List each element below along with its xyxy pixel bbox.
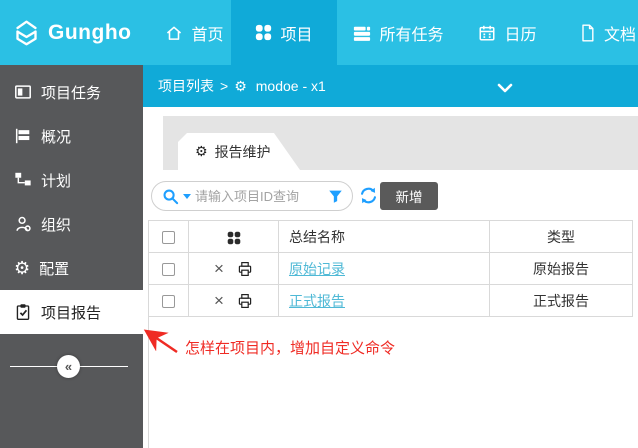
logo[interactable]: Gungho: [0, 19, 145, 46]
column-header-type: 类型: [490, 221, 633, 253]
logo-text: Gungho: [48, 21, 131, 45]
nav-item-documents[interactable]: 文档: [555, 0, 638, 65]
breadcrumb-separator: >: [220, 78, 228, 94]
report-link[interactable]: 原始记录: [289, 261, 345, 277]
print-icon[interactable]: [237, 261, 253, 277]
report-link[interactable]: 正式报告: [289, 293, 345, 309]
sidebar-item-overview[interactable]: 概况: [0, 114, 143, 158]
home-icon: [165, 24, 183, 42]
print-icon[interactable]: [237, 293, 253, 309]
main-content: ⚙ 报告维护: [143, 107, 638, 448]
nav-label: 文档: [604, 21, 636, 45]
chevron-down-icon[interactable]: [497, 80, 513, 96]
sidebar: 项目任务 概况 计划: [0, 65, 143, 448]
refresh-icon[interactable]: [359, 186, 378, 210]
sidebar-item-organization[interactable]: 组织: [0, 202, 143, 246]
breadcrumb: 项目列表 > ⚙ modoe - x1: [143, 65, 638, 107]
sidebar-item-label: 组织: [41, 214, 71, 235]
org-icon: [14, 215, 32, 233]
tasks-icon: [353, 24, 371, 42]
search-box: [151, 181, 353, 211]
reports-table: 总结名称 类型 × 原始记录: [148, 220, 633, 317]
table-row: × 原始记录 原始报告: [149, 253, 633, 285]
gear-icon: ⚙: [234, 78, 247, 95]
search-icon: [162, 188, 179, 205]
app-window: Gungho 首页 项目: [0, 0, 638, 448]
plan-icon: [14, 171, 32, 189]
report-icon: [14, 303, 32, 321]
search-input[interactable]: [195, 189, 324, 204]
top-header: Gungho 首页 项目: [0, 0, 638, 65]
row-checkbox[interactable]: [162, 263, 175, 276]
sidebar-item-label: 项目任务: [41, 82, 101, 103]
filter-icon[interactable]: [328, 189, 343, 204]
breadcrumb-current-project: modoe - x1: [256, 78, 326, 94]
delete-icon[interactable]: ×: [214, 260, 224, 277]
sidebar-item-label: 配置: [39, 258, 69, 279]
table-row: × 正式报告 正式报告: [149, 285, 633, 317]
board-icon: [14, 83, 32, 101]
actions-grid-icon: [227, 231, 241, 245]
tab-label: 报告维护: [215, 142, 271, 162]
add-button[interactable]: 新增: [380, 182, 438, 210]
grid-icon: [255, 24, 272, 41]
sidebar-item-label: 概况: [41, 126, 71, 147]
nav-label: 首页: [191, 21, 223, 45]
select-all-checkbox[interactable]: [162, 231, 175, 244]
gungho-logo-icon: [13, 19, 40, 46]
search-type-dropdown-icon[interactable]: [183, 194, 191, 199]
gear-icon: ⚙: [14, 259, 30, 277]
report-type: 正式报告: [490, 285, 633, 317]
collapse-sidebar-button[interactable]: «: [57, 355, 80, 378]
document-icon: [579, 24, 596, 42]
sidebar-item-label: 计划: [41, 170, 71, 191]
sidebar-collapse-area: «: [0, 344, 143, 388]
breadcrumb-project-list-link[interactable]: 项目列表: [158, 76, 214, 96]
nav-item-projects[interactable]: 项目: [231, 0, 337, 65]
report-type: 原始报告: [490, 253, 633, 285]
tab-strip: ⚙ 报告维护: [163, 116, 638, 170]
table-header-row: 总结名称 类型: [149, 221, 633, 253]
overview-icon: [14, 127, 32, 145]
nav-label: 所有任务: [379, 21, 443, 45]
sidebar-item-plan[interactable]: 计划: [0, 158, 143, 202]
nav-label: 项目: [280, 21, 312, 45]
nav-item-all-tasks[interactable]: 所有任务: [337, 0, 460, 65]
tab-report-maintenance[interactable]: ⚙ 报告维护: [178, 133, 300, 170]
delete-icon[interactable]: ×: [214, 292, 224, 309]
annotation-text: 怎样在项目内，增加自定义命令: [185, 337, 395, 358]
sidebar-item-config[interactable]: ⚙ 配置: [0, 246, 143, 290]
chevron-left-double-icon: «: [65, 359, 72, 374]
sidebar-item-label: 项目报告: [41, 302, 101, 323]
nav-item-calendar[interactable]: 日历: [460, 0, 555, 65]
nav-label: 日历: [504, 21, 536, 45]
calendar-icon: [478, 24, 496, 42]
row-checkbox[interactable]: [162, 295, 175, 308]
sidebar-menu: 项目任务 概况 计划: [0, 65, 143, 334]
sidebar-item-project-tasks[interactable]: 项目任务: [0, 70, 143, 114]
gear-icon: ⚙: [195, 143, 208, 160]
top-nav: 首页 项目 所有任务: [158, 0, 638, 65]
sidebar-item-project-report[interactable]: 项目报告: [0, 290, 143, 334]
nav-item-home[interactable]: 首页: [158, 0, 231, 65]
column-header-summary-name: 总结名称: [279, 221, 490, 253]
